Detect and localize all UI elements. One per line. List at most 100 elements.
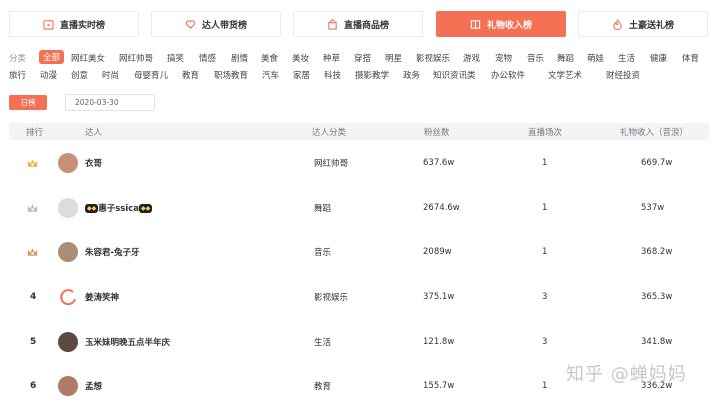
live-sessions: 1: [542, 247, 548, 257]
category-item[interactable]: 音乐: [527, 52, 544, 64]
gift-income: 537w: [641, 203, 665, 213]
category-item[interactable]: 政务: [403, 69, 420, 81]
tab-label: 直播实时榜: [59, 20, 105, 31]
silver-crown-icon: [27, 204, 38, 212]
category-item[interactable]: 家居: [293, 69, 310, 81]
col-fans: 粉丝数: [424, 128, 450, 138]
table-header: 排行 达人 达人分类 粉丝数 直播场次 礼物收入（音浪）: [9, 123, 709, 140]
category-item[interactable]: 穿搭: [354, 52, 371, 64]
rank-number: 5: [30, 337, 37, 347]
rank-number: 4: [30, 292, 37, 302]
category-item[interactable]: 汽车: [262, 69, 279, 81]
tab-live-realtime[interactable]: 直播实时榜: [9, 11, 139, 37]
bronze-crown-icon: [27, 248, 38, 256]
category-item[interactable]: 办公软件: [491, 69, 525, 81]
influencer-name[interactable]: 玉米妹明晚五点半年庆: [85, 336, 170, 348]
watermark: 知乎 @蝉妈妈: [566, 364, 687, 385]
tab-influencer-sales[interactable]: 达人带货榜: [151, 11, 281, 37]
category-item[interactable]: 美食: [261, 52, 278, 64]
book-icon: [470, 19, 481, 29]
category-item[interactable]: 种草: [323, 52, 340, 64]
play-calendar-icon: [43, 19, 54, 30]
category-item[interactable]: 舞蹈: [557, 52, 574, 64]
category-filter: 分类 全部 网红美女 网红帅哥 搞笑 情感 剧情 美食 美妆 种草 穿搭 明星 影视娱乐 游戏 宠物 音乐 舞…: [9, 50, 714, 84]
category-row: 旅行 动漫 创意 时尚 母婴育儿 教育 职场教育 汽车 家居 科技 摄影教学 政务 知识资讯类 办公软件 文…: [9, 67, 714, 84]
category-item[interactable]: 摄影教学: [355, 69, 389, 81]
influencer-name[interactable]: ◆◆ 惠子ssica ◆◆: [85, 202, 153, 214]
live-sessions: 3: [542, 292, 548, 302]
daily-rank-button[interactable]: 日榜: [9, 95, 47, 110]
live-sessions: 1: [542, 158, 548, 168]
category-item[interactable]: 旅行: [9, 69, 26, 81]
badge-left: ◆◆: [85, 204, 99, 213]
influencer-name[interactable]: 孟想: [85, 380, 102, 392]
category-item[interactable]: 情感: [199, 52, 216, 64]
category-item[interactable]: 文学艺术: [548, 69, 582, 81]
heart-hand-icon: [185, 19, 196, 29]
category-item[interactable]: 体育: [682, 52, 699, 64]
avatar[interactable]: [58, 242, 78, 262]
influencer-category: 生活: [314, 338, 332, 348]
category-item[interactable]: 萌娃: [587, 52, 604, 64]
category-item[interactable]: 创意: [71, 69, 88, 81]
influencer-name[interactable]: 姜涛笑神: [85, 291, 119, 303]
category-item[interactable]: 宠物: [495, 52, 512, 64]
category-item[interactable]: 生活: [618, 52, 635, 64]
category-label: 分类: [9, 54, 27, 64]
tab-live-products[interactable]: 直播商品榜: [293, 11, 423, 37]
category-item[interactable]: 搞笑: [167, 52, 184, 64]
gift-income: 341.8w: [641, 337, 673, 347]
category-item[interactable]: 剧情: [231, 52, 248, 64]
category-item[interactable]: 网红美女: [71, 52, 105, 64]
table-row[interactable]: 朱容君-兔子牙 音乐 2089w 1 368.2w: [9, 230, 709, 274]
avatar[interactable]: [58, 332, 78, 352]
category-item[interactable]: 网红帅哥: [119, 52, 153, 64]
flame-icon: [613, 18, 622, 30]
avatar[interactable]: [58, 198, 78, 218]
category-item[interactable]: 教育: [182, 69, 199, 81]
avatar-loading: [60, 289, 76, 306]
avatar[interactable]: [58, 153, 78, 173]
live-sessions: 3: [542, 337, 548, 347]
category-item[interactable]: 美妆: [292, 52, 309, 64]
table-row[interactable]: 衣哥 网红帅哥 637.6w 1 669.7w: [9, 141, 709, 185]
tab-label: 土豪送礼榜: [628, 20, 674, 31]
fans-count: 121.8w: [423, 337, 455, 347]
table-row[interactable]: 4 姜涛笑神 影视娱乐 375.1w 3 365.3w: [9, 275, 709, 319]
live-sessions: 1: [542, 381, 548, 391]
influencer-name[interactable]: 衣哥: [85, 157, 102, 169]
gift-income: 368.2w: [641, 247, 673, 257]
category-item[interactable]: 动漫: [40, 69, 57, 81]
live-sessions: 1: [542, 203, 548, 213]
category-item[interactable]: 职场教育: [214, 69, 248, 81]
category-item[interactable]: 游戏: [463, 52, 480, 64]
tab-label: 达人带货榜: [201, 20, 247, 31]
category-item[interactable]: 知识资讯类: [433, 69, 476, 81]
tab-big-spender-gifts[interactable]: 土豪送礼榜: [578, 11, 708, 37]
category-item[interactable]: 时尚: [102, 69, 119, 81]
rank-number: 6: [30, 381, 37, 391]
category-item[interactable]: 影视娱乐: [416, 52, 450, 64]
table-row[interactable]: ◆◆ 惠子ssica ◆◆ 舞蹈 2674.6w 1 537w: [9, 186, 709, 230]
category-item[interactable]: 科技: [324, 69, 341, 81]
tab-gift-income[interactable]: 礼物收入榜: [436, 11, 566, 37]
influencer-category: 教育: [314, 382, 332, 392]
gift-income: 365.3w: [641, 292, 673, 302]
category-item[interactable]: 健康: [650, 52, 667, 64]
shopping-bag-icon: [328, 18, 337, 30]
col-influencer: 达人: [85, 128, 103, 138]
badge-right: ◆◆: [139, 204, 153, 213]
category-item[interactable]: 全部: [39, 50, 65, 64]
category-item[interactable]: 财经投资: [606, 69, 640, 81]
date-picker[interactable]: 2020-03-30: [65, 94, 155, 111]
category-row: 分类 全部 网红美女 网红帅哥 搞笑 情感 剧情 美食 美妆 种草 穿搭 明星 影视娱乐 游戏 宠物 音乐 舞…: [9, 50, 714, 67]
influencer-category: 网红帅哥: [314, 159, 349, 169]
col-rank: 排行: [26, 128, 44, 138]
influencer-name[interactable]: 朱容君-兔子牙: [85, 246, 140, 258]
influencer-category: 舞蹈: [314, 204, 332, 214]
table-row[interactable]: 5 玉米妹明晚五点半年庆 生活 121.8w 3 341.8w: [9, 320, 709, 364]
category-item[interactable]: 母婴育儿: [134, 69, 168, 81]
category-item[interactable]: 明星: [385, 52, 402, 64]
influencer-name-text: 惠子ssica: [98, 204, 140, 214]
avatar[interactable]: [58, 376, 78, 396]
